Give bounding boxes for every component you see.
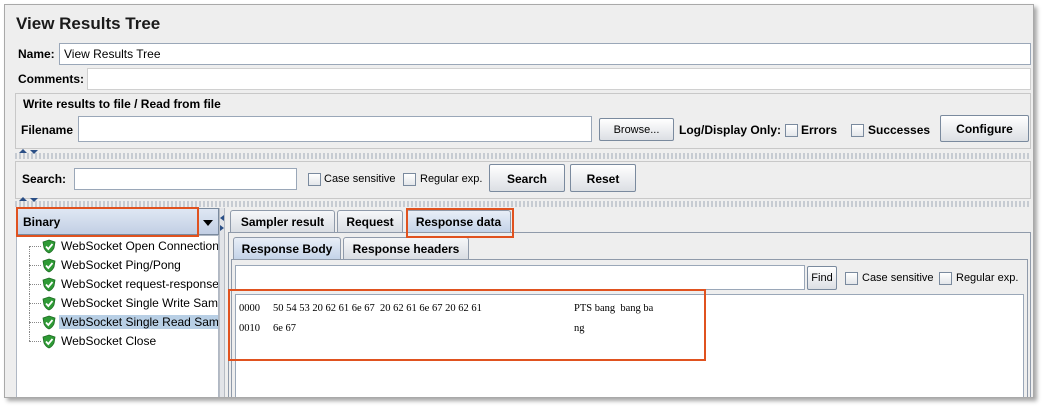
results-tree[interactable]: WebSocket Open Connection WebSocket Ping… xyxy=(16,235,219,397)
name-field-value: View Results Tree xyxy=(64,47,161,61)
tree-item-label: WebSocket Single Write Sampler xyxy=(61,296,218,310)
response-case-sensitive-label: Case sensitive xyxy=(862,272,934,284)
browse-button[interactable]: Browse... xyxy=(599,118,674,141)
regex-label: Regular exp. xyxy=(420,173,483,185)
response-case-sensitive-checkbox[interactable] xyxy=(845,272,858,285)
response-body-text[interactable]: 0000 50 54 53 20 62 61 6e 67 20 62 61 6e… xyxy=(235,294,1024,397)
find-button[interactable]: Find xyxy=(807,266,837,290)
tree-item-selected[interactable]: WebSocket Single Read Sampler xyxy=(17,313,218,332)
hex-bytes: 50 54 53 20 62 61 6e 67 20 62 61 6e 67 2… xyxy=(273,303,482,314)
collapse-down-icon[interactable] xyxy=(30,150,38,154)
collapse-up-icon[interactable] xyxy=(19,149,27,153)
view-results-tree-window: View Results Tree Name: View Results Tre… xyxy=(4,4,1034,398)
errors-label: Errors xyxy=(801,123,838,137)
tree-item-label: WebSocket request-response xyxy=(61,277,219,291)
search-label: Search: xyxy=(22,172,67,186)
tree-item-label: WebSocket Single Read Sampler xyxy=(59,315,218,329)
tab-response-data[interactable]: Response data xyxy=(406,210,511,232)
hex-ascii: PTS bang bang ba xyxy=(574,303,654,314)
response-find-input[interactable] xyxy=(235,265,805,290)
tree-item-label: WebSocket Open Connection xyxy=(61,239,219,253)
tree-item-label: WebSocket Ping/Pong xyxy=(61,258,181,272)
success-shield-icon xyxy=(42,258,56,273)
tab-sampler-result[interactable]: Sampler result xyxy=(230,210,335,232)
tab-response-body[interactable]: Response Body xyxy=(233,237,341,259)
chevron-down-icon[interactable] xyxy=(203,220,213,226)
search-input-value xyxy=(75,169,296,175)
tab-response-headers[interactable]: Response headers xyxy=(343,237,469,259)
vertical-splitter[interactable] xyxy=(219,208,225,397)
successes-checkbox[interactable] xyxy=(851,124,864,137)
tab-request[interactable]: Request xyxy=(337,210,403,232)
collapse-left-icon[interactable] xyxy=(220,215,224,221)
filename-label: Filename xyxy=(21,123,74,137)
filename-field-value xyxy=(79,117,591,123)
file-group-legend: Write results to file / Read from file xyxy=(23,97,221,111)
case-sensitive-label: Case sensitive xyxy=(324,173,396,185)
name-field[interactable]: View Results Tree xyxy=(59,43,1031,65)
filename-field[interactable] xyxy=(78,116,592,142)
log-display-label: Log/Display Only: xyxy=(679,123,782,137)
collapse-right-icon[interactable] xyxy=(220,225,224,231)
hex-offset: 0010 xyxy=(239,323,260,334)
success-shield-icon xyxy=(42,334,56,349)
case-sensitive-checkbox[interactable] xyxy=(308,173,321,186)
response-regex-checkbox[interactable] xyxy=(939,272,952,285)
comments-field[interactable] xyxy=(87,68,1031,90)
comments-label: Comments: xyxy=(18,72,85,86)
hex-ascii: ng xyxy=(574,323,585,334)
response-regex-label: Regular exp. xyxy=(956,272,1019,284)
search-button[interactable]: Search xyxy=(489,164,565,192)
reset-button[interactable]: Reset xyxy=(570,164,636,192)
tree-item[interactable]: WebSocket Close xyxy=(17,332,218,351)
splitter-handle-2[interactable] xyxy=(15,201,1031,207)
regex-checkbox[interactable] xyxy=(403,173,416,186)
collapse-up-icon-2[interactable] xyxy=(19,197,27,201)
renderer-select-value: Binary xyxy=(23,215,61,229)
success-shield-icon xyxy=(42,277,56,292)
success-shield-icon xyxy=(42,239,56,254)
collapse-down-icon-2[interactable] xyxy=(30,198,38,202)
success-shield-icon xyxy=(42,315,56,330)
tree-item-label: WebSocket Close xyxy=(61,334,157,348)
hex-offset: 0000 xyxy=(239,303,260,314)
success-shield-icon xyxy=(42,296,56,311)
tree-item[interactable]: WebSocket Ping/Pong xyxy=(17,256,218,275)
tree-item[interactable]: WebSocket Single Write Sampler xyxy=(17,294,218,313)
tree-item[interactable]: WebSocket Open Connection xyxy=(17,237,219,256)
hex-bytes: 6e 67 xyxy=(273,323,297,334)
successes-label: Successes xyxy=(868,123,931,137)
page-title: View Results Tree xyxy=(16,14,161,33)
splitter-handle[interactable] xyxy=(15,153,1031,159)
search-input[interactable] xyxy=(74,168,297,190)
configure-button[interactable]: Configure xyxy=(940,115,1029,142)
errors-checkbox[interactable] xyxy=(785,124,798,137)
tree-item[interactable]: WebSocket request-response xyxy=(17,275,219,294)
response-find-input-value xyxy=(236,266,804,272)
renderer-select[interactable]: Binary xyxy=(16,208,219,235)
name-label: Name: xyxy=(18,47,55,61)
